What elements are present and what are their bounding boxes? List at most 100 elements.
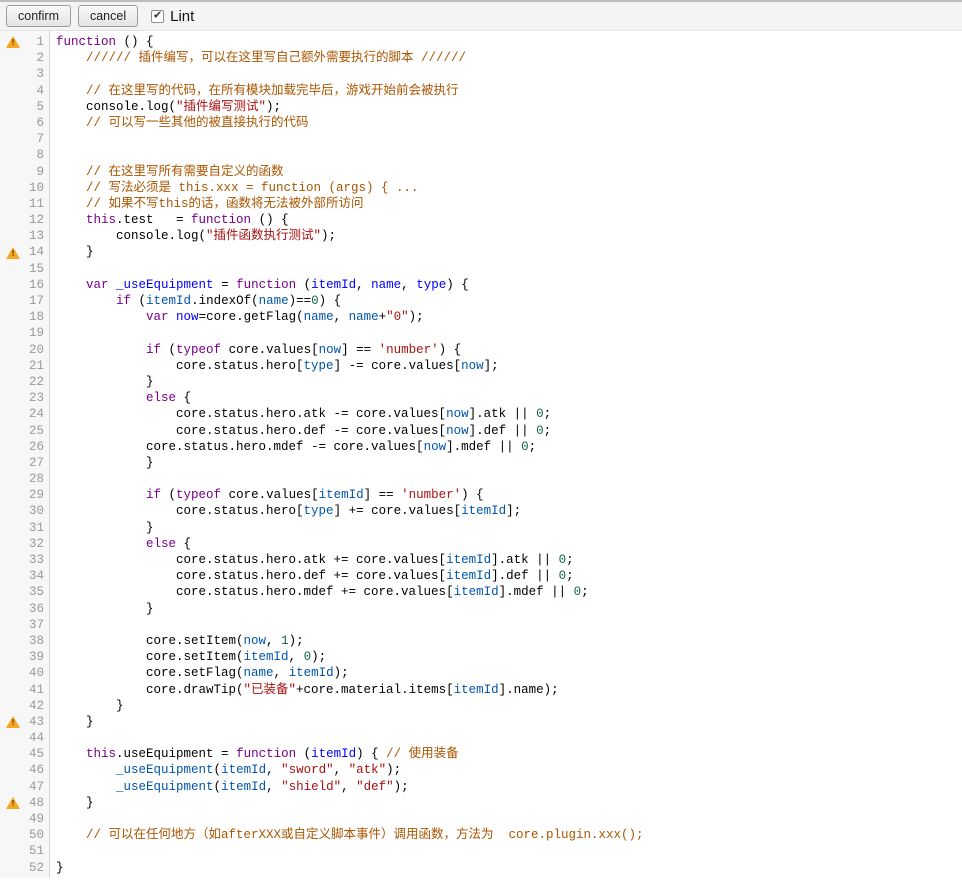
- code-line[interactable]: 47 _useEquipment(itemId, "shield", "def"…: [0, 779, 962, 795]
- code-line[interactable]: 13 console.log("插件函数执行测试");: [0, 228, 962, 244]
- lint-marker-empty: [0, 520, 26, 536]
- lint-warning-marker[interactable]: !: [0, 244, 26, 260]
- code-line[interactable]: 39 core.setItem(itemId, 0);: [0, 649, 962, 665]
- warning-icon[interactable]: !: [6, 797, 20, 809]
- code-line[interactable]: 26 core.status.hero.mdef -= core.values[…: [0, 439, 962, 455]
- code-line[interactable]: 15: [0, 261, 962, 277]
- code-line[interactable]: 7: [0, 131, 962, 147]
- code-line[interactable]: 11 // 如果不写this的话，函数将无法被外部所访问: [0, 196, 962, 212]
- code-line[interactable]: 6 // 可以写一些其他的被直接执行的代码: [0, 115, 962, 131]
- code-line[interactable]: 29 if (typeof core.values[itemId] == 'nu…: [0, 487, 962, 503]
- code-line[interactable]: 52}: [0, 860, 962, 876]
- code-text: var _useEquipment = function (itemId, na…: [49, 277, 469, 293]
- code-line[interactable]: 8: [0, 147, 962, 163]
- code-text: console.log("插件编写测试");: [49, 99, 281, 115]
- code-line[interactable]: 36 }: [0, 601, 962, 617]
- code-line[interactable]: 18 var now=core.getFlag(name, name+"0");: [0, 309, 962, 325]
- code-line[interactable]: 49: [0, 811, 962, 827]
- lint-marker-empty: [0, 552, 26, 568]
- code-line[interactable]: 2 ////// 插件编写，可以在这里写自己额外需要执行的脚本 //////: [0, 50, 962, 66]
- code-line[interactable]: 20 if (typeof core.values[now] == 'numbe…: [0, 342, 962, 358]
- code-line[interactable]: !43 }: [0, 714, 962, 730]
- code-line[interactable]: 21 core.status.hero[type] -= core.values…: [0, 358, 962, 374]
- lint-marker-empty: [0, 293, 26, 309]
- code-line[interactable]: 16 var _useEquipment = function (itemId,…: [0, 277, 962, 293]
- code-line[interactable]: !14 }: [0, 244, 962, 260]
- line-number: 19: [26, 325, 49, 341]
- code-editor[interactable]: !1function () {2 ////// 插件编写，可以在这里写自己额外需…: [0, 31, 962, 878]
- code-text: if (typeof core.values[now] == 'number')…: [49, 342, 461, 358]
- code-text: core.status.hero.def -= core.values[now]…: [49, 423, 551, 439]
- lint-marker-empty: [0, 180, 26, 196]
- code-line[interactable]: 24 core.status.hero.atk -= core.values[n…: [0, 406, 962, 422]
- lint-marker-empty: [0, 50, 26, 66]
- code-line[interactable]: 40 core.setFlag(name, itemId);: [0, 665, 962, 681]
- code-line[interactable]: 10 // 写法必须是 this.xxx = function (args) {…: [0, 180, 962, 196]
- warning-exclamation: !: [11, 249, 15, 258]
- code-line[interactable]: 25 core.status.hero.def -= core.values[n…: [0, 423, 962, 439]
- lint-toggle[interactable]: ✔ Lint: [151, 8, 194, 25]
- code-line[interactable]: 41 core.drawTip("已装备"+core.material.item…: [0, 682, 962, 698]
- cancel-button[interactable]: cancel: [78, 5, 138, 27]
- code-line[interactable]: 30 core.status.hero[type] += core.values…: [0, 503, 962, 519]
- code-line[interactable]: 51: [0, 843, 962, 859]
- line-number: 15: [26, 261, 49, 277]
- warning-icon[interactable]: !: [6, 36, 20, 48]
- check-icon: ✔: [153, 10, 162, 21]
- line-number: 4: [26, 83, 49, 99]
- code-line[interactable]: 34 core.status.hero.def += core.values[i…: [0, 568, 962, 584]
- code-text: core.setItem(now, 1);: [49, 633, 304, 649]
- code-line[interactable]: 45 this.useEquipment = function (itemId)…: [0, 746, 962, 762]
- code-line[interactable]: 50 // 可以在任何地方（如afterXXX或自定义脚本事件）调用函数，方法为…: [0, 827, 962, 843]
- lint-marker-empty: [0, 487, 26, 503]
- lint-warning-marker[interactable]: !: [0, 34, 26, 50]
- code-line[interactable]: 35 core.status.hero.mdef += core.values[…: [0, 584, 962, 600]
- code-line[interactable]: !1function () {: [0, 34, 962, 50]
- code-text: }: [49, 244, 94, 260]
- code-line[interactable]: 3: [0, 66, 962, 82]
- code-line[interactable]: 19: [0, 325, 962, 341]
- code-line[interactable]: 37: [0, 617, 962, 633]
- code-line[interactable]: 44: [0, 730, 962, 746]
- code-line[interactable]: 5 console.log("插件编写测试");: [0, 99, 962, 115]
- line-number: 48: [26, 795, 49, 811]
- code-line[interactable]: 33 core.status.hero.atk += core.values[i…: [0, 552, 962, 568]
- code-line[interactable]: 23 else {: [0, 390, 962, 406]
- code-line[interactable]: !48 }: [0, 795, 962, 811]
- lint-marker-empty: [0, 843, 26, 859]
- code-text: core.status.hero.mdef += core.values[ite…: [49, 584, 589, 600]
- line-number: 16: [26, 277, 49, 293]
- code-text: [49, 147, 56, 163]
- code-text: }: [49, 698, 124, 714]
- code-text: [49, 617, 56, 633]
- lint-marker-empty: [0, 99, 26, 115]
- lint-warning-marker[interactable]: !: [0, 714, 26, 730]
- lint-marker-empty: [0, 83, 26, 99]
- code-text: core.drawTip("已装备"+core.material.items[i…: [49, 682, 559, 698]
- code-line[interactable]: 9 // 在这里写所有需要自定义的函数: [0, 164, 962, 180]
- code-line[interactable]: 46 _useEquipment(itemId, "sword", "atk")…: [0, 762, 962, 778]
- code-line[interactable]: 28: [0, 471, 962, 487]
- lint-warning-marker[interactable]: !: [0, 795, 26, 811]
- warning-icon[interactable]: !: [6, 247, 20, 259]
- code-line[interactable]: 22 }: [0, 374, 962, 390]
- code-text: this.test = function () {: [49, 212, 289, 228]
- code-text: // 写法必须是 this.xxx = function (args) { ..…: [49, 180, 419, 196]
- code-line[interactable]: 17 if (itemId.indexOf(name)==0) {: [0, 293, 962, 309]
- code-text: console.log("插件函数执行测试");: [49, 228, 336, 244]
- code-line[interactable]: 42 }: [0, 698, 962, 714]
- code-line[interactable]: 12 this.test = function () {: [0, 212, 962, 228]
- line-number: 33: [26, 552, 49, 568]
- code-line[interactable]: 38 core.setItem(now, 1);: [0, 633, 962, 649]
- line-number: 27: [26, 455, 49, 471]
- warning-icon[interactable]: !: [6, 716, 20, 728]
- code-text: core.status.hero.atk -= core.values[now]…: [49, 406, 551, 422]
- line-number: 8: [26, 147, 49, 163]
- code-line[interactable]: 31 }: [0, 520, 962, 536]
- code-line[interactable]: 32 else {: [0, 536, 962, 552]
- lint-checkbox[interactable]: ✔: [151, 10, 164, 23]
- line-number: 2: [26, 50, 49, 66]
- confirm-button[interactable]: confirm: [6, 5, 71, 27]
- code-line[interactable]: 4 // 在这里写的代码，在所有模块加载完毕后，游戏开始前会被执行: [0, 83, 962, 99]
- code-line[interactable]: 27 }: [0, 455, 962, 471]
